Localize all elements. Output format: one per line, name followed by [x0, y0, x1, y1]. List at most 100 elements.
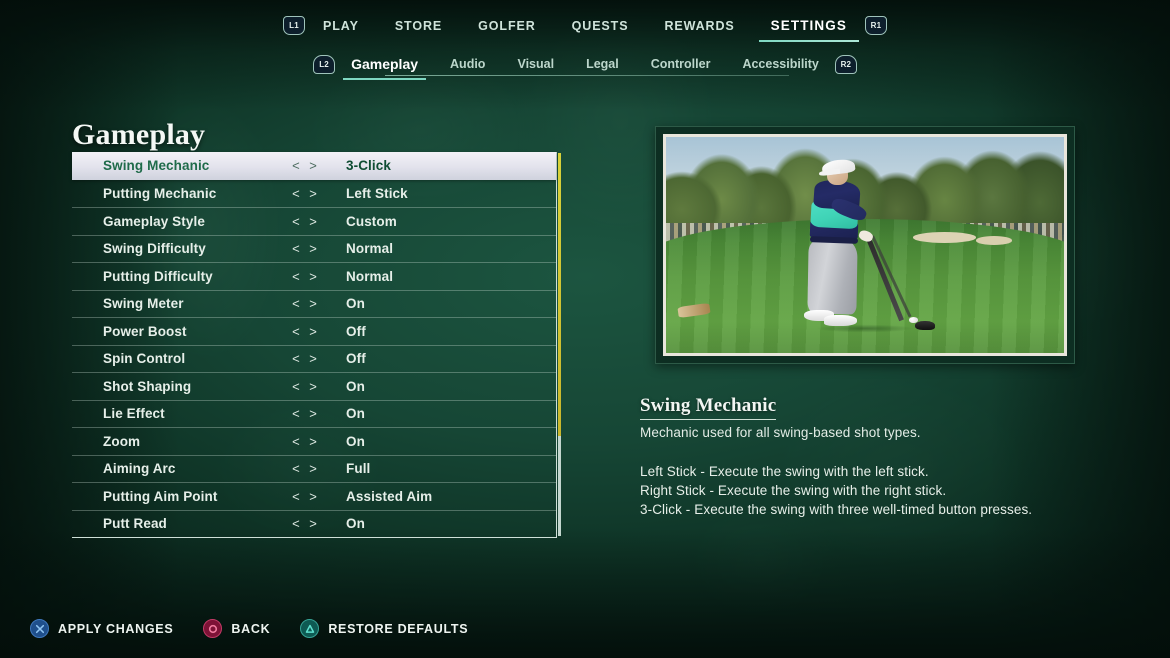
nav-item-quests-label: QUESTS — [571, 18, 629, 33]
settings-row-value: Custom — [346, 213, 397, 229]
settings-row-stepper-arrows[interactable]: < > — [282, 379, 330, 394]
settings-row-stepper-arrows[interactable]: < > — [282, 406, 330, 421]
description-subtitle: Mechanic used for all swing-based shot t… — [640, 425, 921, 440]
hint-apply-changes[interactable]: APPLY CHANGES — [30, 619, 173, 638]
settings-row-stepper-arrows[interactable]: < > — [282, 434, 330, 449]
settings-row[interactable]: Putting Difficulty < > Normal — [72, 262, 556, 290]
settings-row-label: Gameplay Style — [103, 213, 205, 229]
nav-item-rewards-label: REWARDS — [664, 18, 735, 33]
primary-nav: L1 PLAY STORE GOLFER QUESTS REWARDS SETT… — [0, 14, 1170, 42]
tab-gameplay-label: Gameplay — [351, 56, 419, 72]
settings-row-value: Assisted Aim — [346, 488, 433, 504]
tab-controller-label: Controller — [650, 57, 711, 71]
footer-button-hints: APPLY CHANGES BACK RESTORE DEFAULTS — [30, 619, 468, 638]
settings-row-stepper-arrows[interactable]: < > — [282, 296, 330, 311]
settings-row-label: Putt Read — [103, 516, 167, 532]
tab-gameplay[interactable]: Gameplay — [335, 52, 434, 80]
settings-row-stepper-arrows[interactable]: < > — [282, 241, 330, 256]
nav-item-golfer-label: GOLFER — [478, 18, 536, 33]
nav-active-underline — [758, 39, 859, 42]
settings-row[interactable]: Lie Effect < > On — [72, 399, 556, 428]
settings-row-label: Shot Shaping — [103, 378, 192, 394]
nav-item-settings[interactable]: SETTINGS — [753, 14, 865, 42]
settings-row-value: On — [346, 378, 365, 394]
settings-row-stepper-arrows[interactable]: < > — [282, 186, 330, 201]
settings-row[interactable]: Swing Difficulty < > Normal — [72, 234, 556, 263]
settings-row[interactable]: Swing Meter < > On — [72, 289, 556, 318]
settings-row-stepper-arrows[interactable]: < > — [282, 158, 330, 173]
settings-row-value: Left Stick — [346, 185, 408, 201]
preview-image — [663, 134, 1067, 356]
game-settings-screen: L1 PLAY STORE GOLFER QUESTS REWARDS SETT… — [0, 0, 1170, 658]
settings-row[interactable]: Putt Read < > On — [72, 509, 556, 538]
settings-row-stepper-arrows[interactable]: < > — [282, 214, 330, 229]
settings-row-value: On — [346, 516, 365, 532]
r2-trigger-icon: R2 — [834, 54, 857, 74]
settings-list-scrollbar-thumb[interactable] — [558, 153, 561, 436]
nav-item-store[interactable]: STORE — [377, 15, 460, 37]
secondary-nav: L2 Gameplay Audio Visual Legal Controlle… — [0, 52, 1170, 80]
settings-row[interactable]: Putting Mechanic < > Left Stick — [72, 180, 556, 208]
hint-restore-defaults-label: RESTORE DEFAULTS — [328, 621, 469, 636]
settings-row[interactable]: Spin Control < > Off — [72, 344, 556, 373]
settings-row-stepper-arrows[interactable]: < > — [282, 324, 330, 339]
description-option-line: Left Stick - Execute the swing with the … — [640, 464, 929, 479]
description-option-line: 3-Click - Execute the swing with three w… — [640, 502, 1033, 517]
tab-controller[interactable]: Controller — [635, 53, 727, 75]
nav-item-golfer[interactable]: GOLFER — [460, 15, 553, 37]
description-option-list: Left Stick - Execute the swing with the … — [640, 462, 1110, 519]
settings-row[interactable]: Putting Aim Point < > Assisted Aim — [72, 482, 556, 510]
settings-row-label: Putting Mechanic — [103, 185, 217, 201]
settings-row-label: Zoom — [103, 433, 141, 449]
settings-row-value: On — [346, 406, 365, 422]
settings-row[interactable]: Shot Shaping < > On — [72, 372, 556, 400]
r1-bumper-icon: R1 — [864, 16, 887, 35]
nav-item-settings-label: SETTINGS — [770, 18, 847, 33]
settings-row-label: Power Boost — [103, 323, 187, 339]
settings-row-stepper-arrows[interactable]: < > — [282, 516, 330, 531]
settings-row-stepper-arrows[interactable]: < > — [282, 461, 330, 476]
settings-row-value: 3-Click — [346, 158, 391, 174]
l2-trigger-icon: L2 — [313, 54, 336, 74]
settings-row-value: Off — [346, 351, 366, 367]
l1-bumper-icon: L1 — [283, 16, 306, 35]
settings-row-stepper-arrows[interactable]: < > — [282, 351, 330, 366]
tab-legal-label: Legal — [586, 57, 619, 71]
hint-restore-defaults[interactable]: RESTORE DEFAULTS — [300, 619, 468, 638]
description-option-line: Right Stick - Execute the swing with the… — [640, 483, 947, 498]
preview-bunker-secondary — [976, 236, 1013, 245]
l1-bumper-label: L1 — [289, 21, 299, 30]
page-title: Gameplay — [72, 118, 206, 151]
nav-item-quests[interactable]: QUESTS — [554, 15, 647, 37]
preview-golfer-shoe-front — [823, 315, 858, 327]
hint-back-label: BACK — [231, 621, 271, 636]
description-title: Swing Mechanic — [640, 395, 777, 420]
settings-row-value: Normal — [346, 241, 394, 257]
tab-audio[interactable]: Audio — [434, 53, 501, 75]
nav-item-store-label: STORE — [394, 18, 443, 33]
settings-row-label: Swing Meter — [103, 296, 184, 312]
settings-row[interactable]: Swing Mechanic < > 3-Click — [72, 152, 556, 180]
settings-list-scrollbar-track[interactable] — [558, 153, 561, 536]
l2-trigger-label: L2 — [319, 59, 329, 69]
tab-visual[interactable]: Visual — [501, 53, 570, 75]
hint-back[interactable]: BACK — [203, 619, 270, 638]
tab-legal[interactable]: Legal — [570, 53, 635, 75]
settings-row-label: Swing Difficulty — [103, 241, 206, 257]
nav-item-play[interactable]: PLAY — [305, 15, 377, 37]
tab-accessibility[interactable]: Accessibility — [726, 53, 834, 75]
settings-row-value: Full — [346, 461, 371, 477]
settings-row[interactable]: Aiming Arc < > Full — [72, 454, 556, 483]
cross-button-icon — [30, 619, 49, 638]
settings-row[interactable]: Zoom < > On — [72, 427, 556, 455]
settings-row-label: Spin Control — [103, 351, 186, 367]
nav-item-rewards[interactable]: REWARDS — [646, 15, 752, 37]
settings-row-stepper-arrows[interactable]: < > — [282, 269, 330, 284]
settings-row-label: Lie Effect — [103, 406, 165, 422]
settings-row[interactable]: Gameplay Style < > Custom — [72, 207, 556, 235]
settings-row[interactable]: Power Boost < > Off — [72, 317, 556, 345]
preview-club-head — [914, 320, 935, 330]
settings-row-stepper-arrows[interactable]: < > — [282, 489, 330, 504]
settings-row-value: On — [346, 296, 365, 312]
settings-row-label: Swing Mechanic — [103, 158, 210, 174]
